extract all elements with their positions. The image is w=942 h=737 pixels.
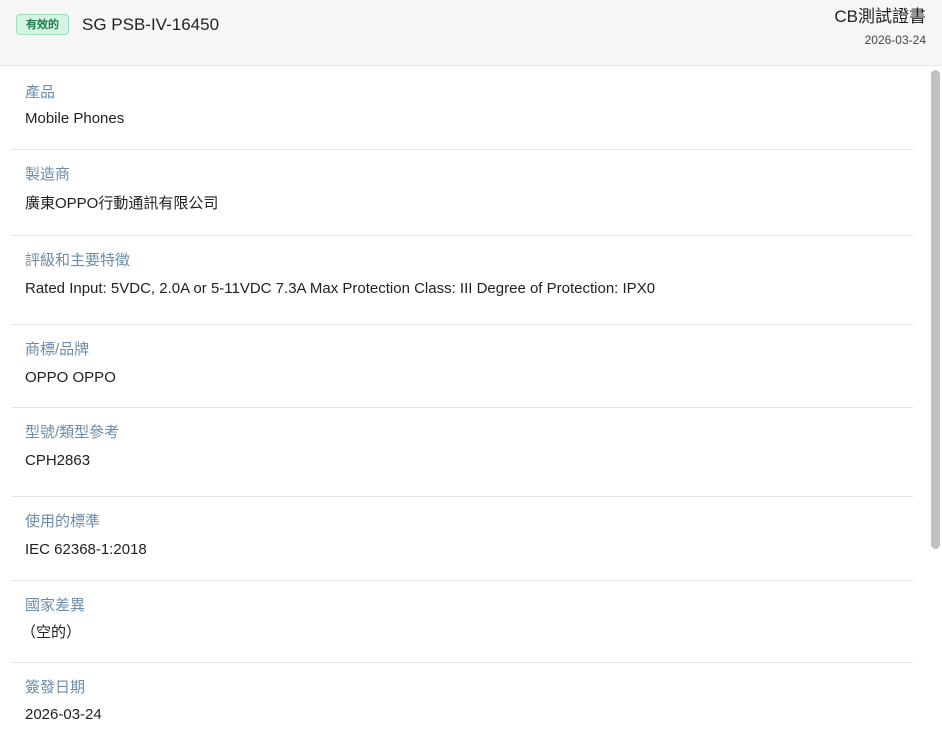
field-value: OPPO OPPO (25, 369, 116, 386)
certificate-details: 產品 Mobile Phones 製造商 廣東OPPO行動通訊有限公司 評級和主… (12, 66, 913, 737)
field-label: 產品 (25, 84, 56, 101)
field-value: 2026-03-24 (25, 706, 102, 723)
field-label: 簽發日期 (25, 679, 86, 696)
field-label: 國家差異 (25, 597, 86, 614)
field-label: 使用的標準 (25, 513, 101, 530)
certificate-number: SG PSB-IV-16450 (82, 15, 220, 34)
field-value: IEC 62368-1:2018 (25, 541, 147, 558)
field-rating: 評級和主要特徵 Rated Input: 5VDC, 2.0A or 5-11V… (12, 236, 913, 325)
field-standard: 使用的標準 IEC 62368-1:2018 (12, 497, 913, 581)
field-value: CPH2863 (25, 452, 91, 469)
scrollbar-thumb[interactable] (931, 70, 940, 549)
field-manufacturer: 製造商 廣東OPPO行動通訊有限公司 (12, 150, 913, 236)
field-model: 型號/類型參考 CPH2863 (12, 408, 913, 497)
certificate-header: 有效的 SG PSB-IV-16450 CB測試證書 2026-03-24 (0, 0, 942, 66)
field-value: 廣東OPPO行動通訊有限公司 (25, 195, 219, 212)
field-product: 產品 Mobile Phones (12, 66, 913, 150)
status-badge: 有效的 (16, 14, 69, 35)
certificate-date: 2026-03-24 (864, 33, 926, 47)
field-issue-date: 簽發日期 2026-03-24 (12, 663, 913, 737)
field-label: 商標/品牌 (25, 341, 90, 358)
certificate-type: CB測試證書 (834, 7, 926, 26)
field-label: 型號/類型參考 (25, 424, 120, 441)
field-label: 評級和主要特徵 (25, 252, 131, 269)
field-national-differences: 國家差異 （空的） (12, 581, 913, 663)
field-value: （空的） (21, 624, 82, 641)
field-value: Mobile Phones (25, 110, 125, 127)
field-trademark: 商標/品牌 OPPO OPPO (12, 325, 913, 408)
field-value: Rated Input: 5VDC, 2.0A or 5-11VDC 7.3A … (25, 280, 656, 297)
field-label: 製造商 (25, 166, 71, 183)
